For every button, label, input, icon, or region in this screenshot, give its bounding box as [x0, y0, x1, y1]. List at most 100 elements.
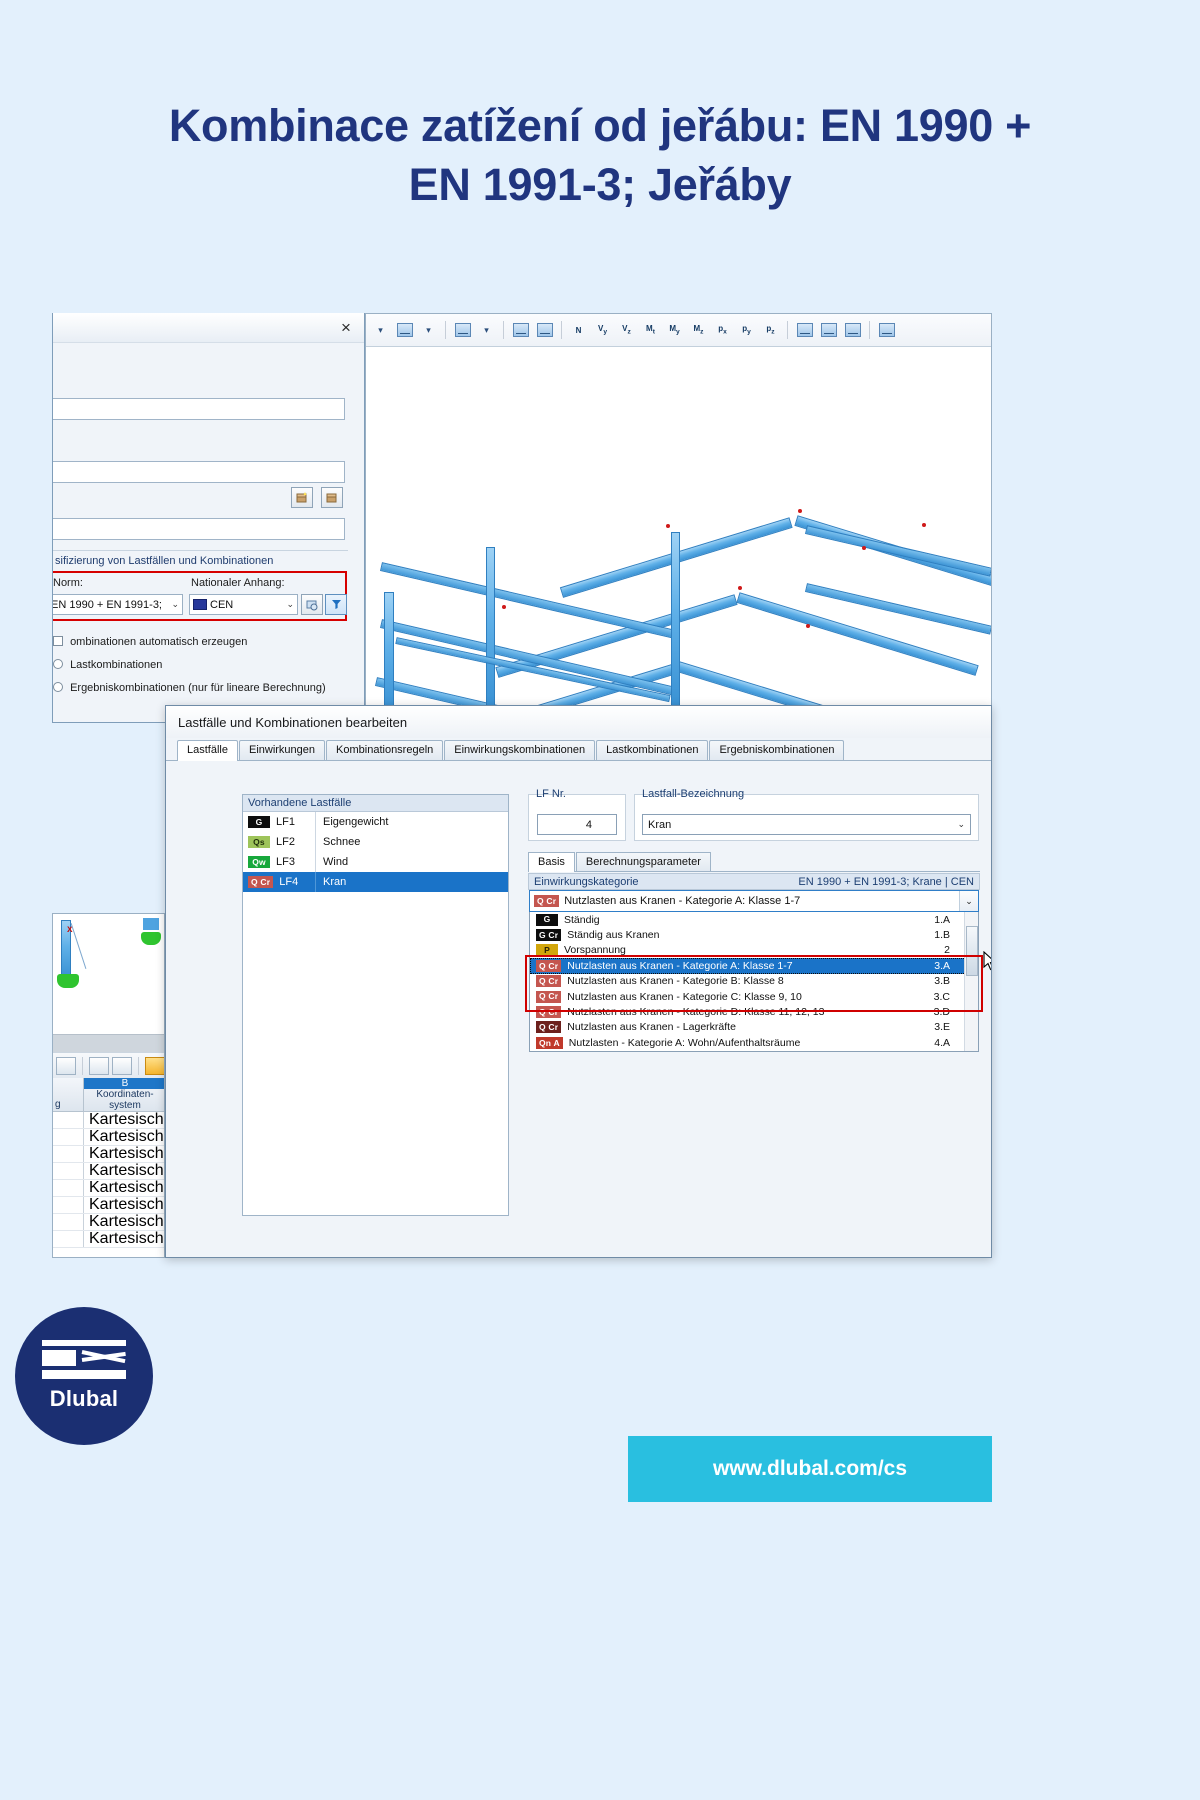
table-row[interactable]: Kartesisch — [53, 1128, 164, 1146]
grid-icon[interactable] — [394, 320, 415, 341]
prev-table-icon[interactable] — [89, 1056, 109, 1075]
chevron-down-icon[interactable]: ▾ — [370, 320, 391, 341]
table-row[interactable]: Kartesisch — [53, 1111, 164, 1129]
list-item[interactable]: Qw LF3 Wind — [243, 852, 508, 872]
tab-kombinationsregeln[interactable]: Kombinationsregeln — [326, 739, 444, 760]
result-pz-icon[interactable]: pz — [760, 320, 781, 341]
action-category-header: Einwirkungskategorie EN 1990 + EN 1991-3… — [528, 873, 980, 890]
deform2-icon[interactable] — [534, 320, 555, 341]
horizontal-scrollbar[interactable] — [53, 1034, 164, 1052]
table-row[interactable]: Kartesisch — [53, 1196, 164, 1214]
undo-icon[interactable] — [145, 1056, 164, 1075]
dialog-subtabs[interactable]: Basis Berechnungsparameter — [528, 851, 980, 872]
dropdown-item[interactable]: Q Cr Nutzlasten aus Kranen - Kategorie D… — [530, 1004, 978, 1019]
result-px-icon[interactable]: px — [712, 320, 733, 341]
existing-load-cases-list[interactable]: Vorhandene Lastfälle G LF1 Eigengewicht Q… — [242, 794, 509, 1216]
table-toolbar[interactable] — [53, 1052, 164, 1078]
list-item[interactable]: Qs LF2 Schnee — [243, 832, 508, 852]
action-category-combo[interactable]: Q Cr Nutzlasten aus Kranen - Kategorie A… — [529, 890, 979, 912]
tab-einwirkungen[interactable]: Einwirkungen — [238, 739, 326, 760]
result-mt-icon[interactable]: Mt — [640, 320, 661, 341]
result-mz-icon[interactable]: Mz — [688, 320, 709, 341]
load-case-number: LF4 — [279, 876, 299, 888]
dropdown-item[interactable]: G Cr Ständig aus Kranen 1.B — [530, 927, 978, 942]
annex-settings-icon[interactable] — [301, 594, 323, 615]
load-case-name: Schnee — [315, 832, 508, 852]
result-vz-icon[interactable]: Vz — [616, 320, 637, 341]
comment-field[interactable] — [53, 518, 345, 540]
tab-lastfaelle[interactable]: Lastfälle — [177, 739, 238, 761]
column-beam — [384, 592, 394, 712]
next-table-icon[interactable] — [112, 1056, 132, 1075]
tab-lastkombinationen[interactable]: Lastkombinationen — [596, 739, 709, 760]
norm-combo[interactable]: EN 1990 + EN 1991-3; ⌄ — [53, 594, 183, 615]
annex-combo[interactable]: CEN ⌄ — [189, 594, 298, 615]
rfem-toolbar[interactable]: ▾ ▾ ▾ N Vy Vz Mt My Mz px py pz — [366, 314, 991, 347]
close-icon[interactable]: × — [336, 317, 356, 337]
chevron-down-icon-2[interactable]: ▾ — [418, 320, 439, 341]
basic-data-dialog: × sifizierung von Lastfällen und Kombina… — [52, 313, 365, 723]
website-url-bar[interactable]: www.dlubal.com/cs — [628, 1436, 992, 1502]
dropdown-item-selected[interactable]: Q Cr Nutzlasten aus Kranen - Kategorie A… — [530, 958, 978, 974]
model-viewport[interactable] — [366, 347, 991, 712]
table-icon[interactable] — [842, 320, 863, 341]
list-item-selected[interactable]: Q Cr LF4 Kran — [243, 872, 508, 892]
result-vy-icon[interactable]: Vy — [592, 320, 613, 341]
tab-ergebniskombinationen[interactable]: Ergebniskombinationen — [709, 739, 845, 760]
result-combinations-label: Ergebniskombinationen (nur für lineare B… — [70, 682, 326, 694]
model-name-field[interactable] — [53, 398, 345, 420]
list-item[interactable]: G LF1 Eigengewicht — [243, 812, 508, 832]
lf-designation-label: Lastfall-Bezeichnung — [642, 788, 745, 800]
dialog-tabstrip[interactable]: Lastfälle Einwirkungen Kombinationsregel… — [166, 738, 991, 761]
dropdown-scrollbar[interactable] — [964, 912, 978, 1051]
dropdown-item[interactable]: Qn A Nutzlasten - Kategorie A: Wohn/Aufe… — [530, 1035, 978, 1050]
load-type-badge: Q Cr — [248, 876, 274, 888]
chevron-down-icon[interactable]: ⌄ — [959, 891, 978, 911]
action-category-dropdown-list[interactable]: G Ständig 1.A G Cr Ständig aus Kranen 1.… — [529, 912, 979, 1052]
result-py-icon[interactable]: py — [736, 320, 757, 341]
print-icon[interactable] — [876, 320, 897, 341]
annex-filter-icon[interactable] — [325, 594, 347, 615]
edit-model-icon[interactable] — [321, 487, 343, 508]
subtab-berechnungsparameter[interactable]: Berechnungsparameter — [575, 852, 711, 871]
load-icon[interactable] — [818, 320, 839, 341]
load-type-badge: Q Cr — [536, 975, 562, 988]
support-icon[interactable] — [794, 320, 815, 341]
lf-designation-combo[interactable]: Kran ⌄ — [642, 814, 971, 835]
result-my-icon[interactable]: My — [664, 320, 685, 341]
diagram-icon[interactable] — [56, 1056, 76, 1075]
table-row[interactable]: Kartesisch — [53, 1213, 164, 1231]
classification-group-caption: sifizierung von Lastfällen und Kombinati… — [55, 555, 274, 567]
table-body[interactable]: Kartesisch Kartesisch Kartesisch Kartesi… — [53, 1111, 164, 1248]
table-panel: x g B Koordinaten- system Kartesisch Kar… — [52, 913, 165, 1258]
table-row[interactable]: Kartesisch — [53, 1179, 164, 1197]
result-n-icon[interactable]: N — [568, 320, 589, 341]
chevron-down-icon: ⌄ — [171, 599, 179, 609]
tab-einwirkungskombinationen[interactable]: Einwirkungskombinationen — [444, 739, 596, 760]
radio-icon — [53, 682, 63, 692]
description-field[interactable] — [53, 461, 345, 483]
new-model-icon[interactable] — [291, 487, 313, 508]
result-combinations-radio[interactable]: Ergebniskombinationen (nur für lineare B… — [53, 682, 326, 694]
load-combinations-radio[interactable]: Lastkombinationen — [53, 659, 162, 671]
deform-icon[interactable] — [510, 320, 531, 341]
render-icon[interactable] — [452, 320, 473, 341]
scrollbar-thumb[interactable] — [966, 926, 978, 976]
dropdown-item[interactable]: P Vorspannung 2 — [530, 943, 978, 958]
table-row[interactable]: Kartesisch — [53, 1145, 164, 1163]
dropdown-item[interactable]: Q Cr Nutzlasten aus Kranen - Kategorie B… — [530, 974, 978, 989]
table-row[interactable]: Kartesisch — [53, 1230, 164, 1248]
dropdown-item[interactable]: Q Cr Nutzlasten aus Kranen - Kategorie C… — [530, 989, 978, 1004]
subtab-basis[interactable]: Basis — [528, 852, 575, 872]
lf-number-input[interactable]: 4 — [537, 814, 617, 835]
dropdown-item-code: 3.B — [934, 975, 950, 988]
dlubal-logo-text: Dlubal — [49, 1386, 119, 1411]
dropdown-item[interactable]: Qn B Nutzlasten - Kategorie B: Büros 4.B — [530, 1051, 978, 1052]
norm-label: Norm: — [53, 577, 83, 589]
dropdown-item[interactable]: Q Cr Nutzlasten aus Kranen - Lagerkräfte… — [530, 1020, 978, 1035]
table-row[interactable]: Kartesisch — [53, 1162, 164, 1180]
dropdown-item[interactable]: G Ständig 1.A — [530, 912, 978, 927]
annex-label: Nationaler Anhang: — [191, 577, 285, 589]
auto-generate-checkbox[interactable]: ombinationen automatisch erzeugen — [53, 636, 247, 648]
chevron-down-icon-3[interactable]: ▾ — [476, 320, 497, 341]
